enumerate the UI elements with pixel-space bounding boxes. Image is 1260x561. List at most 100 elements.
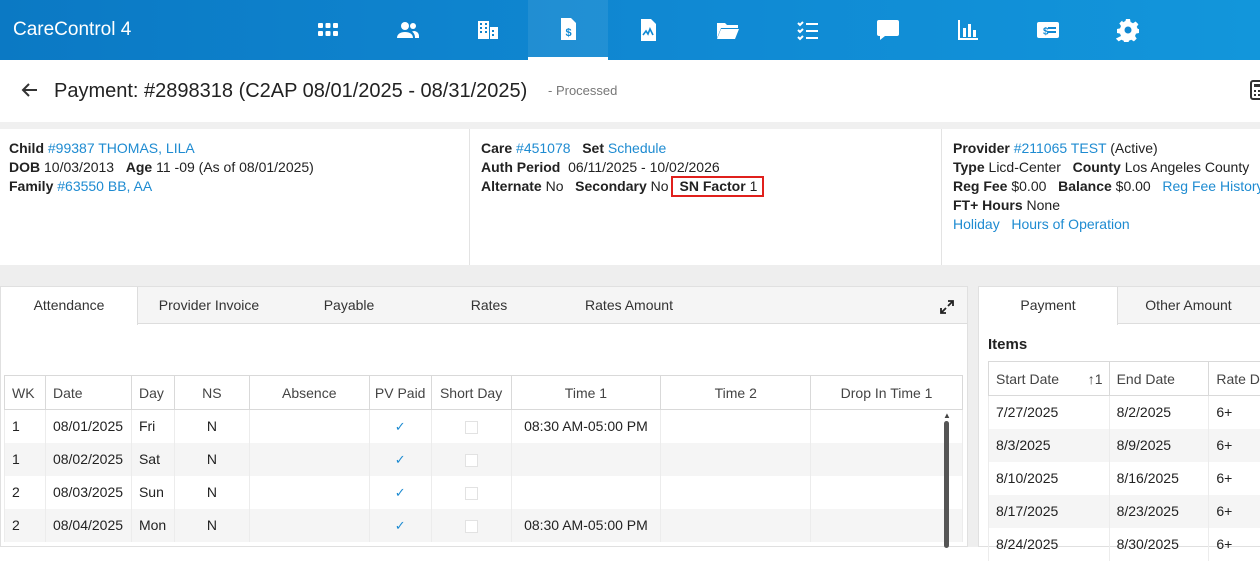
- table-row[interactable]: 8/17/2025 8/23/2025 6+: [989, 495, 1260, 528]
- provider-link[interactable]: #211065 TEST: [1014, 140, 1107, 156]
- col-wk[interactable]: WK: [5, 376, 46, 410]
- day-cell: Fri: [131, 410, 174, 443]
- info-panel: Child #99387 THOMAS, LILA DOB 10/03/2013…: [0, 129, 1260, 265]
- short-day-checkbox[interactable]: [465, 454, 478, 467]
- scrollbar-thumb[interactable]: [944, 421, 949, 548]
- scroll-up-icon[interactable]: ▲: [943, 411, 951, 420]
- short-day-cell: [431, 410, 511, 443]
- drop-in-cell: [811, 410, 963, 443]
- gear-icon[interactable]: [1088, 0, 1168, 60]
- short-day-checkbox[interactable]: [465, 487, 478, 500]
- col-time2[interactable]: Time 2: [661, 376, 811, 410]
- short-day-checkbox[interactable]: [465, 520, 478, 533]
- apps-icon[interactable]: [288, 0, 368, 60]
- left-tab-bar: Attendance Provider Invoice Payable Rate…: [1, 287, 967, 324]
- buildings-icon[interactable]: [448, 0, 528, 60]
- col-ns[interactable]: NS: [174, 376, 249, 410]
- col-date[interactable]: Date: [45, 376, 131, 410]
- tab-rates-amount[interactable]: Rates Amount: [559, 287, 699, 324]
- vertical-scrollbar[interactable]: ▲: [944, 413, 950, 548]
- dob-label: DOB: [9, 159, 40, 175]
- sn-factor-label: SN Factor: [680, 178, 746, 194]
- date-cell: 08/04/2025: [45, 509, 131, 542]
- age-label: Age: [126, 159, 152, 175]
- col-day[interactable]: Day: [131, 376, 174, 410]
- bar-chart-icon[interactable]: [928, 0, 1008, 60]
- tab-provider-invoice[interactable]: Provider Invoice: [139, 287, 279, 324]
- care-label: Care: [481, 140, 512, 156]
- table-header-row: Start Date↑1 End Date Rate D: [989, 362, 1260, 396]
- tab-payment[interactable]: Payment: [979, 287, 1118, 325]
- table-row[interactable]: 2 08/04/2025 Mon N ✓ 08:30 AM-05:00 PM: [5, 509, 963, 542]
- id-card-icon[interactable]: $: [1008, 0, 1088, 60]
- short-day-checkbox[interactable]: [465, 421, 478, 434]
- table-row[interactable]: 7/27/2025 8/2/2025 6+: [989, 396, 1260, 429]
- table-row[interactable]: 8/10/2025 8/16/2025 6+: [989, 462, 1260, 495]
- age-value: 11 -09 (As of 08/01/2025): [156, 159, 314, 175]
- col-time1[interactable]: Time 1: [511, 376, 661, 410]
- tab-rates[interactable]: Rates: [419, 287, 559, 324]
- care-link[interactable]: #451078: [516, 140, 571, 156]
- document-chart-icon[interactable]: [608, 0, 688, 60]
- rate-cell: 6+: [1209, 396, 1260, 429]
- chat-icon[interactable]: [848, 0, 928, 60]
- day-cell: Sat: [131, 443, 174, 476]
- col-absence[interactable]: Absence: [249, 376, 369, 410]
- table-row[interactable]: 1 08/01/2025 Fri N ✓ 08:30 AM-05:00 PM: [5, 410, 963, 443]
- secondary-value: No: [651, 178, 669, 194]
- col-drop-in-time1[interactable]: Drop In Time 1: [811, 376, 963, 410]
- tab-other-amount[interactable]: Other Amount: [1118, 287, 1259, 324]
- family-link[interactable]: #63550 BB, AA: [57, 178, 152, 194]
- items-title: Items: [988, 336, 1027, 353]
- col-end-date[interactable]: End Date: [1109, 362, 1209, 396]
- provider-info: Provider #211065 TEST (Active) Type Licd…: [942, 129, 1260, 265]
- absence-cell: [249, 476, 369, 509]
- table-row[interactable]: 8/24/2025 8/30/2025 6+: [989, 528, 1260, 561]
- col-short-day[interactable]: Short Day: [431, 376, 511, 410]
- child-link[interactable]: #99387 THOMAS, LILA: [48, 140, 195, 156]
- day-cell: Sun: [131, 476, 174, 509]
- holiday-link[interactable]: Holiday: [953, 216, 1000, 232]
- child-label: Child: [9, 140, 44, 156]
- back-arrow-icon[interactable]: [20, 80, 40, 100]
- calculator-icon[interactable]: [1250, 80, 1260, 100]
- users-icon[interactable]: [368, 0, 448, 60]
- county-value: Los Angeles County: [1125, 159, 1250, 175]
- absence-cell: [249, 410, 369, 443]
- table-row[interactable]: 8/3/2025 8/9/2025 6+: [989, 429, 1260, 462]
- schedule-link[interactable]: Schedule: [608, 140, 666, 156]
- tab-attendance[interactable]: Attendance: [1, 287, 138, 325]
- app-title[interactable]: CareControl 4: [13, 19, 131, 41]
- table-row[interactable]: 1 08/02/2025 Sat N ✓: [5, 443, 963, 476]
- tab-payable[interactable]: Payable: [279, 287, 419, 324]
- checklist-icon[interactable]: [768, 0, 848, 60]
- sort-asc-icon[interactable]: ↑1: [1088, 371, 1103, 387]
- short-day-cell: [431, 509, 511, 542]
- provider-label: Provider: [953, 140, 1010, 156]
- absence-cell: [249, 443, 369, 476]
- alternate-label: Alternate: [481, 178, 542, 194]
- sn-factor-value: 1: [750, 178, 758, 194]
- ns-cell: N: [174, 410, 249, 443]
- payment-doc-icon[interactable]: $: [528, 0, 608, 60]
- col-start-date[interactable]: Start Date↑1: [989, 362, 1110, 396]
- sn-factor-highlight: SN Factor 1: [671, 176, 765, 197]
- ns-cell: N: [174, 476, 249, 509]
- drop-in-cell: [811, 509, 963, 542]
- provider-status: (Active): [1110, 140, 1157, 156]
- table-row[interactable]: 2 08/03/2025 Sun N ✓: [5, 476, 963, 509]
- start-date-cell: 8/3/2025: [989, 429, 1110, 462]
- col-pv-paid[interactable]: PV Paid: [369, 376, 431, 410]
- col-rate[interactable]: Rate D: [1209, 362, 1260, 396]
- end-date-cell: 8/9/2025: [1109, 429, 1209, 462]
- reg-fee-history-link[interactable]: Reg Fee History: [1162, 178, 1260, 194]
- end-date-cell: 8/16/2025: [1109, 462, 1209, 495]
- time2-cell: [661, 476, 811, 509]
- hours-of-operation-link[interactable]: Hours of Operation: [1011, 216, 1129, 232]
- rate-cell: 6+: [1209, 495, 1260, 528]
- title-row: Payment: #2898318 (C2AP 08/01/2025 - 08/…: [0, 60, 1260, 122]
- date-cell: 08/03/2025: [45, 476, 131, 509]
- folder-icon[interactable]: [688, 0, 768, 60]
- check-icon: ✓: [395, 419, 406, 434]
- expand-icon[interactable]: [939, 299, 955, 315]
